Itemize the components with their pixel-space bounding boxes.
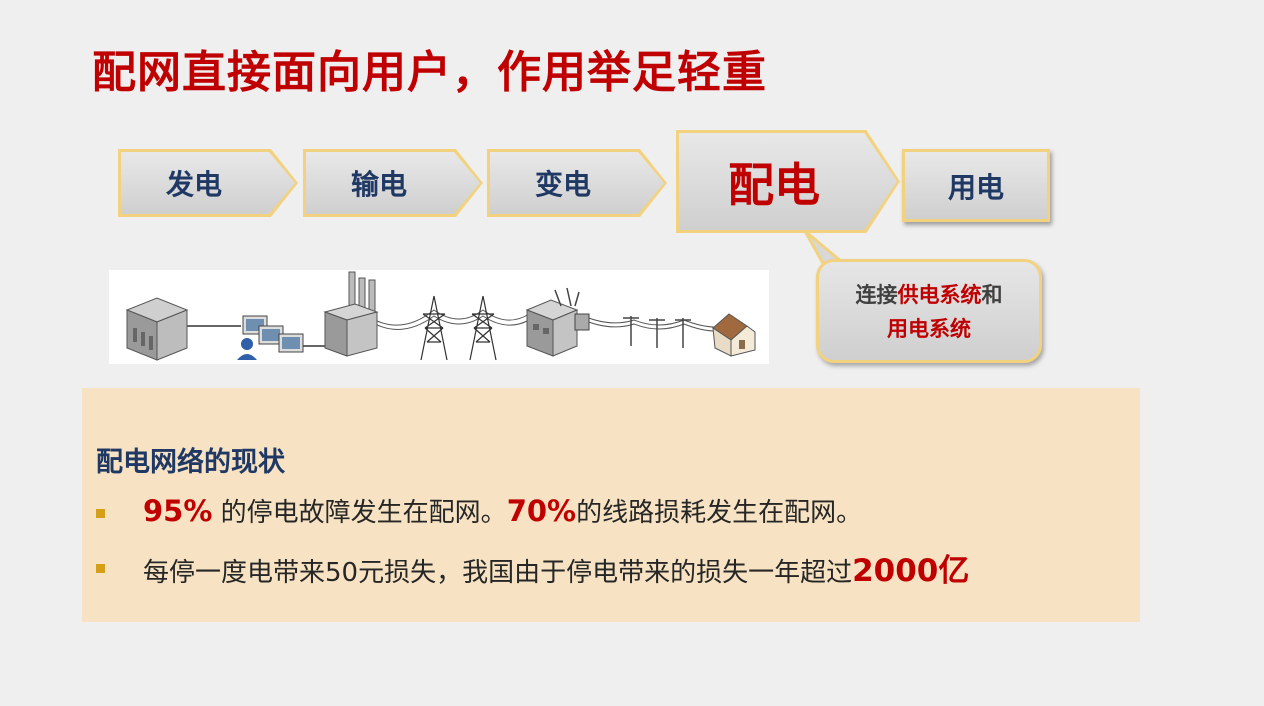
office-building-icon (125, 297, 189, 361)
stat-cost-text: 每停一度电带来50元损失，我国由于停电带来的损失一年超过 (143, 558, 853, 588)
transmission-tower-icon (420, 295, 497, 361)
chain-step-transformation: 变电 (487, 149, 667, 217)
chain-step-generation: 发电 (118, 149, 298, 217)
status-line-2: 每停一度电带来50元损失，我国由于停电带来的损失一年超过2000亿 (143, 545, 969, 590)
chain-step-label: 变电 (534, 168, 591, 201)
chain-step-label: 发电 (165, 168, 222, 201)
house-icon (712, 313, 756, 357)
computer-user-icon (237, 315, 304, 360)
stat-cost-amount: 2000亿 (852, 553, 970, 589)
chain-step-transmission: 输电 (303, 149, 483, 217)
chain-step-label: 用电 (947, 170, 1004, 204)
chain-step-distribution: 配电 (676, 130, 900, 233)
status-line-1: 95% 的停电故障发生在配网。70%的线路损耗发生在配网。 (143, 492, 862, 529)
panel-heading: 配电网络的现状 (96, 447, 285, 478)
bullet-marker (96, 564, 105, 573)
stat-loss-text: 的线路损耗发生在配网。 (576, 498, 863, 528)
bullet-marker (96, 509, 105, 518)
callout-highlight-consumption: 用电系统 (887, 317, 971, 341)
chain-step-consumption: 用电 (902, 149, 1050, 222)
page-title: 配网直接面向用户，作用举足轻重 (92, 47, 767, 98)
chain-step-label: 输电 (350, 168, 407, 201)
stat-outage-percent: 95% (143, 494, 213, 528)
callout-mid: 和 (981, 283, 1003, 307)
stat-outage-text: 的停电故障发生在配网。 (212, 498, 507, 528)
callout-line-1: 连接供电系统和 (819, 278, 1039, 312)
callout-bubble: 连接供电系统和 用电系统 (816, 259, 1042, 363)
callout-prefix: 连接 (855, 283, 898, 307)
chain-step-label: 配电 (728, 157, 820, 212)
substation-icon (525, 287, 590, 357)
stat-loss-percent: 70% (506, 494, 577, 528)
power-grid-illustration (109, 270, 769, 364)
callout-highlight-supply: 供电系统 (897, 283, 982, 307)
power-plant-icon (323, 271, 379, 357)
